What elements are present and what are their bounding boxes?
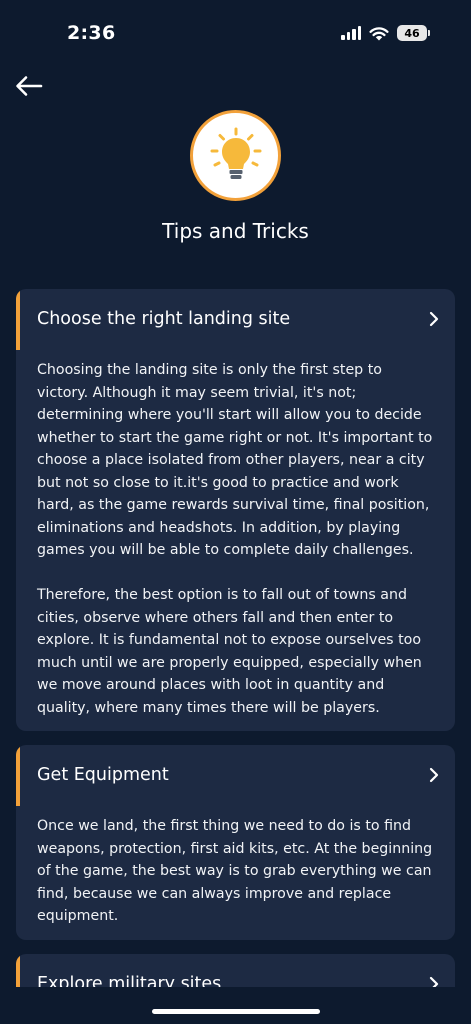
wifi-icon bbox=[369, 26, 389, 40]
tips-list[interactable]: Choose the right landing site Choosing t… bbox=[16, 289, 455, 987]
tip-title: Choose the right landing site bbox=[37, 309, 291, 329]
tip-header-equipment[interactable]: Get Equipment bbox=[16, 745, 455, 805]
page-title: Tips and Tricks bbox=[162, 219, 309, 243]
tip-paragraph: Therefore, the best option is to fall ou… bbox=[37, 587, 422, 716]
battery-icon: 46 bbox=[397, 25, 430, 41]
card-accent bbox=[16, 745, 20, 806]
status-icons: 46 bbox=[341, 25, 430, 41]
arrow-left-icon bbox=[16, 76, 43, 96]
card-accent bbox=[16, 289, 20, 350]
back-button[interactable] bbox=[14, 72, 44, 100]
tip-header-landing-site[interactable]: Choose the right landing site bbox=[16, 289, 455, 349]
tip-title: Explore military sites bbox=[37, 973, 222, 988]
battery-level: 46 bbox=[404, 26, 420, 40]
tip-body: Choosing the landing site is only the fi… bbox=[16, 349, 455, 731]
tips-screen: 2:36 46 Tips and Tricks Choose the right… bbox=[0, 0, 471, 1024]
lightbulb-icon bbox=[210, 127, 261, 179]
tip-card: Explore military sites bbox=[16, 953, 455, 988]
home-indicator[interactable] bbox=[152, 1009, 320, 1014]
status-time: 2:36 bbox=[67, 22, 116, 44]
chevron-right-icon bbox=[429, 976, 439, 987]
chevron-right-icon bbox=[429, 767, 439, 783]
tip-title: Get Equipment bbox=[37, 765, 169, 785]
chevron-right-icon bbox=[429, 311, 439, 327]
tip-card: Get Equipment Once we land, the first th… bbox=[16, 745, 455, 940]
tip-paragraph: Once we land, the first thing we need to… bbox=[37, 818, 433, 924]
tip-card: Choose the right landing site Choosing t… bbox=[16, 289, 455, 731]
tip-body: Once we land, the first thing we need to… bbox=[16, 805, 455, 940]
signal-icon bbox=[341, 26, 361, 40]
tip-header-military-sites[interactable]: Explore military sites bbox=[16, 954, 455, 988]
tip-paragraph: Choosing the landing site is only the fi… bbox=[37, 362, 433, 558]
status-bar: 2:36 46 bbox=[0, 0, 471, 70]
header-logo bbox=[190, 110, 281, 201]
card-accent bbox=[16, 953, 20, 987]
